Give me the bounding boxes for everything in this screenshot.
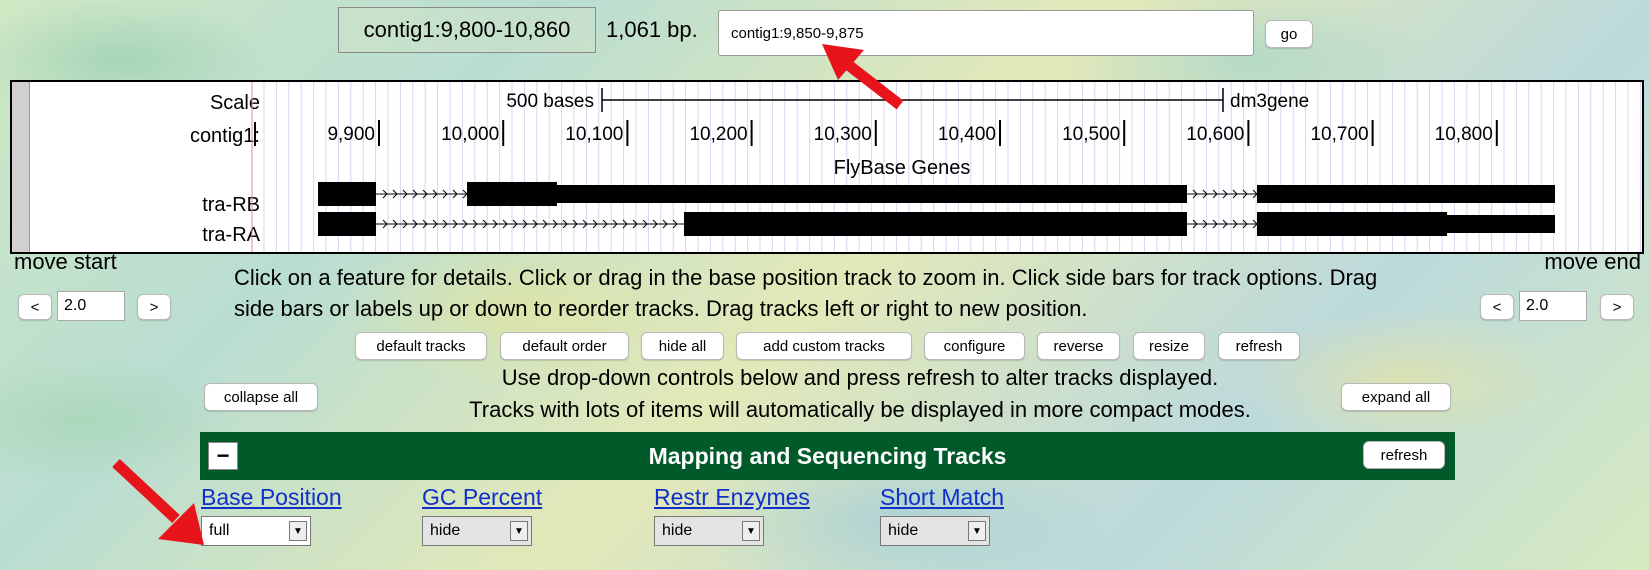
track-group-header: Mapping and Sequencing Tracks − refresh	[200, 432, 1455, 480]
position-range: contig1:9,800-10,860	[338, 7, 596, 53]
gene-feature-tra-rb	[318, 182, 1555, 206]
track-mode-value: hide	[662, 522, 693, 539]
add-custom-tracks-button[interactable]: add custom tracks	[736, 332, 912, 360]
reverse-button[interactable]: reverse	[1037, 332, 1120, 360]
dropdown-arrow-icon: ▼	[289, 521, 307, 541]
ruler-tick-label: 9,900	[327, 124, 375, 145]
ruler-tick-label: 10,700	[1310, 124, 1368, 145]
ruler-tick-label: 10,300	[814, 124, 872, 145]
annotation-arrow-icon	[112, 458, 204, 545]
help-text: Click on a feature for details. Click or…	[234, 265, 1378, 321]
collapse-group-toggle[interactable]: −	[208, 442, 238, 470]
track-link-gc-percent[interactable]: GC Percent	[422, 484, 542, 511]
move-start-label: move start	[14, 249, 117, 274]
default-tracks-button[interactable]: default tracks	[355, 332, 487, 360]
scale-bar-text: 500 bases	[506, 91, 594, 112]
track-link-base-position[interactable]: Base Position	[201, 484, 342, 511]
collapse-all-button[interactable]: collapse all	[204, 383, 318, 411]
gene-track-title: FlyBase Genes	[834, 157, 971, 179]
position-size: 1,061 bp.	[606, 17, 698, 42]
ruler-tick-label: 10,400	[938, 124, 996, 145]
go-button[interactable]: go	[1265, 20, 1313, 48]
refresh-button[interactable]: refresh	[1218, 332, 1300, 360]
track-mode-restr-enzymes[interactable]: hide ▼	[654, 516, 764, 546]
dropdown-arrow-icon: ▼	[510, 521, 528, 541]
move-end-label: move end	[1544, 249, 1641, 274]
position-search-input[interactable]	[718, 10, 1254, 56]
resize-button[interactable]: resize	[1133, 332, 1205, 360]
ruler-tick-label: 10,000	[441, 124, 499, 145]
annotation-arrow-icon	[822, 44, 904, 110]
track-link-short-match[interactable]: Short Match	[880, 484, 1004, 511]
configure-button[interactable]: configure	[924, 332, 1025, 360]
track-mode-short-match[interactable]: hide ▼	[880, 516, 990, 546]
group-refresh-button[interactable]: refresh	[1363, 441, 1445, 469]
track-group-title: Mapping and Sequencing Tracks	[648, 442, 1007, 469]
track-mode-value: hide	[888, 522, 919, 539]
hide-all-button[interactable]: hide all	[641, 332, 724, 360]
move-start-right-button[interactable]: >	[137, 294, 171, 320]
dropdown-arrow-icon: ▼	[742, 521, 760, 541]
dropdown-arrow-icon: ▼	[968, 521, 986, 541]
ruler-tick-label: 10,200	[689, 124, 747, 145]
track-mode-value: full	[209, 522, 230, 539]
controls-line-2: Tracks with lots of items will automatic…	[469, 397, 1251, 422]
track-mode-gc-percent[interactable]: hide ▼	[422, 516, 532, 546]
track-link-restr-enzymes[interactable]: Restr Enzymes	[654, 484, 810, 511]
expand-all-button[interactable]: expand all	[1341, 383, 1451, 411]
move-end-input[interactable]	[1519, 291, 1587, 321]
ruler-tick-label: 10,800	[1435, 124, 1493, 145]
assembly-label: dm3gene	[1230, 91, 1309, 112]
ruler-tick-label: 10,100	[565, 124, 623, 145]
move-start-left-button[interactable]: <	[18, 294, 52, 320]
controls-instructions: Use drop-down controls below and press r…	[380, 362, 1340, 426]
track-mode-value: hide	[430, 522, 461, 539]
default-order-button[interactable]: default order	[500, 332, 629, 360]
controls-line-1: Use drop-down controls below and press r…	[501, 365, 1219, 390]
gene-feature-tra-ra	[318, 212, 1555, 236]
move-end-right-button[interactable]: >	[1600, 294, 1634, 320]
move-start-input[interactable]	[57, 291, 125, 321]
ruler-tick-label: 10,600	[1186, 124, 1244, 145]
ruler-tick-label: 10,500	[1062, 124, 1120, 145]
move-end-left-button[interactable]: <	[1480, 294, 1514, 320]
track-mode-base-position[interactable]: full ▼	[201, 516, 311, 546]
